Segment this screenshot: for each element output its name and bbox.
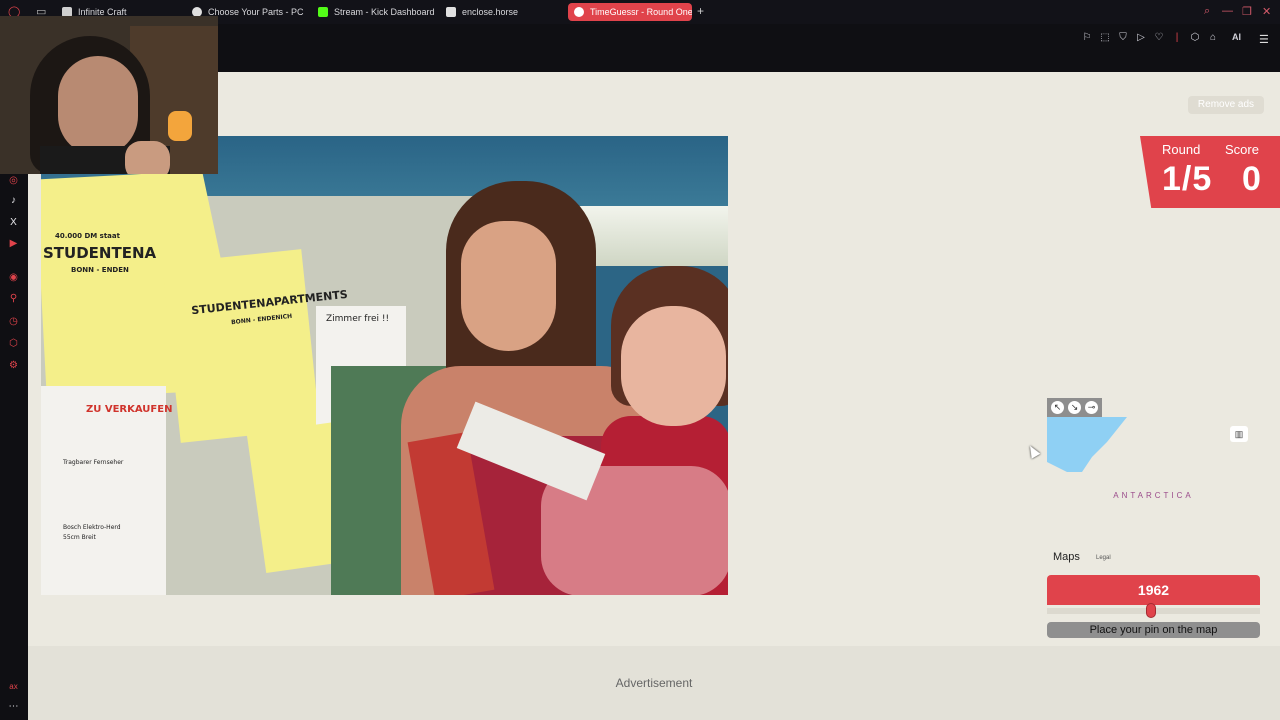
map-ocean-shape [1047, 417, 1127, 472]
webcam-overlay [0, 16, 218, 174]
round-value: 1/5 [1162, 160, 1213, 198]
instagram-icon[interactable]: ◎ [7, 174, 20, 187]
pin-map-icon[interactable]: ⊸ [1085, 401, 1098, 414]
tab-enclose-horse[interactable]: enclose.horse [440, 3, 560, 21]
player-icon[interactable]: ◉ [7, 271, 20, 284]
year-display: 1962 [1047, 575, 1260, 605]
tab-kick-dashboard[interactable]: Stream - Kick Dashboard [312, 3, 436, 21]
ai-button[interactable]: AI [1232, 32, 1241, 42]
advertisement-area: Advertisement [28, 646, 1280, 720]
round-photo: 40.000 DM staat STUDENTENA BONN - ENDEN … [41, 136, 728, 595]
expand-map-icon[interactable]: ↖ [1051, 401, 1064, 414]
poster-text: STUDENTENA [43, 244, 157, 262]
divider-icon: | [1175, 32, 1179, 43]
poster-text: ZU VERKAUFEN [86, 404, 173, 415]
poster-text: 55cm Breit [63, 534, 96, 541]
menu-icon[interactable]: ☰ [1259, 33, 1269, 46]
extensions-icon[interactable]: ⬡ [1190, 32, 1200, 43]
poster-text: Tragbarer Fernseher [63, 459, 124, 466]
x-icon[interactable]: X [7, 216, 20, 229]
guess-map[interactable]: ↖ ↘ ⊸ ▥ ANTARCTICA Maps Legal [1047, 398, 1260, 568]
shrink-map-icon[interactable]: ↘ [1068, 401, 1081, 414]
score-value: 0 [1242, 160, 1262, 198]
apple-maps-logo: Maps [1053, 551, 1080, 563]
shield-icon[interactable]: ⛉ [1118, 32, 1128, 43]
round-label: Round [1162, 142, 1201, 157]
search-icon[interactable]: ⌕ [1204, 5, 1210, 18]
extensions-sidebar-icon[interactable]: ⬡ [7, 337, 20, 350]
heart-icon[interactable]: ♡ [1154, 32, 1164, 43]
aria-icon[interactable]: ax [7, 680, 20, 693]
poster-text: Bosch Elektro-Herd [63, 524, 121, 531]
round-score-panel: Round Score 1/5 0 [1140, 136, 1280, 208]
map-region-label: ANTARCTICA [1113, 491, 1194, 500]
map-controls: ↖ ↘ ⊸ [1047, 398, 1102, 417]
horse-icon [446, 7, 456, 17]
advertisement-label: Advertisement [615, 676, 693, 690]
timeguessr-icon [574, 7, 584, 17]
place-pin-button[interactable]: Place your pin on the map [1047, 622, 1260, 638]
maximize-icon[interactable]: ❐ [1242, 5, 1252, 18]
map-layers-icon[interactable]: ▥ [1230, 426, 1248, 442]
remove-ads-button[interactable]: Remove ads [1188, 96, 1264, 114]
tab-timeguessr[interactable]: TimeGuessr - Round One [568, 3, 692, 21]
year-slider-thumb[interactable] [1146, 603, 1157, 618]
youtube-icon[interactable]: ▶ [7, 237, 20, 250]
snapshot-icon[interactable]: ⬚ [1100, 32, 1110, 43]
kick-icon [318, 7, 328, 17]
settings-icon[interactable]: ⚙ [7, 359, 20, 372]
toolbar-icons: ⚐ ⬚ ⛉ ▷ ♡ | ⬡ ⌂ [1082, 32, 1218, 43]
poster-text: Zimmer frei !! [326, 314, 390, 324]
new-tab-button[interactable]: + [697, 5, 704, 17]
history-icon[interactable]: ◷ [7, 315, 20, 328]
minimize-icon[interactable]: — [1222, 5, 1233, 17]
poster-text: BONN - ENDEN [71, 266, 129, 274]
close-icon[interactable]: ✕ [1262, 5, 1271, 18]
bookmark-icon[interactable]: ⚐ [1082, 32, 1092, 43]
poster-text: 40.000 DM staat [55, 232, 120, 240]
more-icon[interactable]: ⋯ [7, 700, 20, 713]
map-legal-link[interactable]: Legal [1096, 555, 1111, 561]
lock-icon[interactable]: ⌂ [1208, 32, 1218, 43]
play-icon[interactable]: ▷ [1136, 32, 1146, 43]
score-label: Score [1225, 142, 1259, 157]
pin-icon[interactable]: ⚲ [7, 292, 20, 305]
tiktok-icon[interactable]: ♪ [7, 194, 20, 207]
